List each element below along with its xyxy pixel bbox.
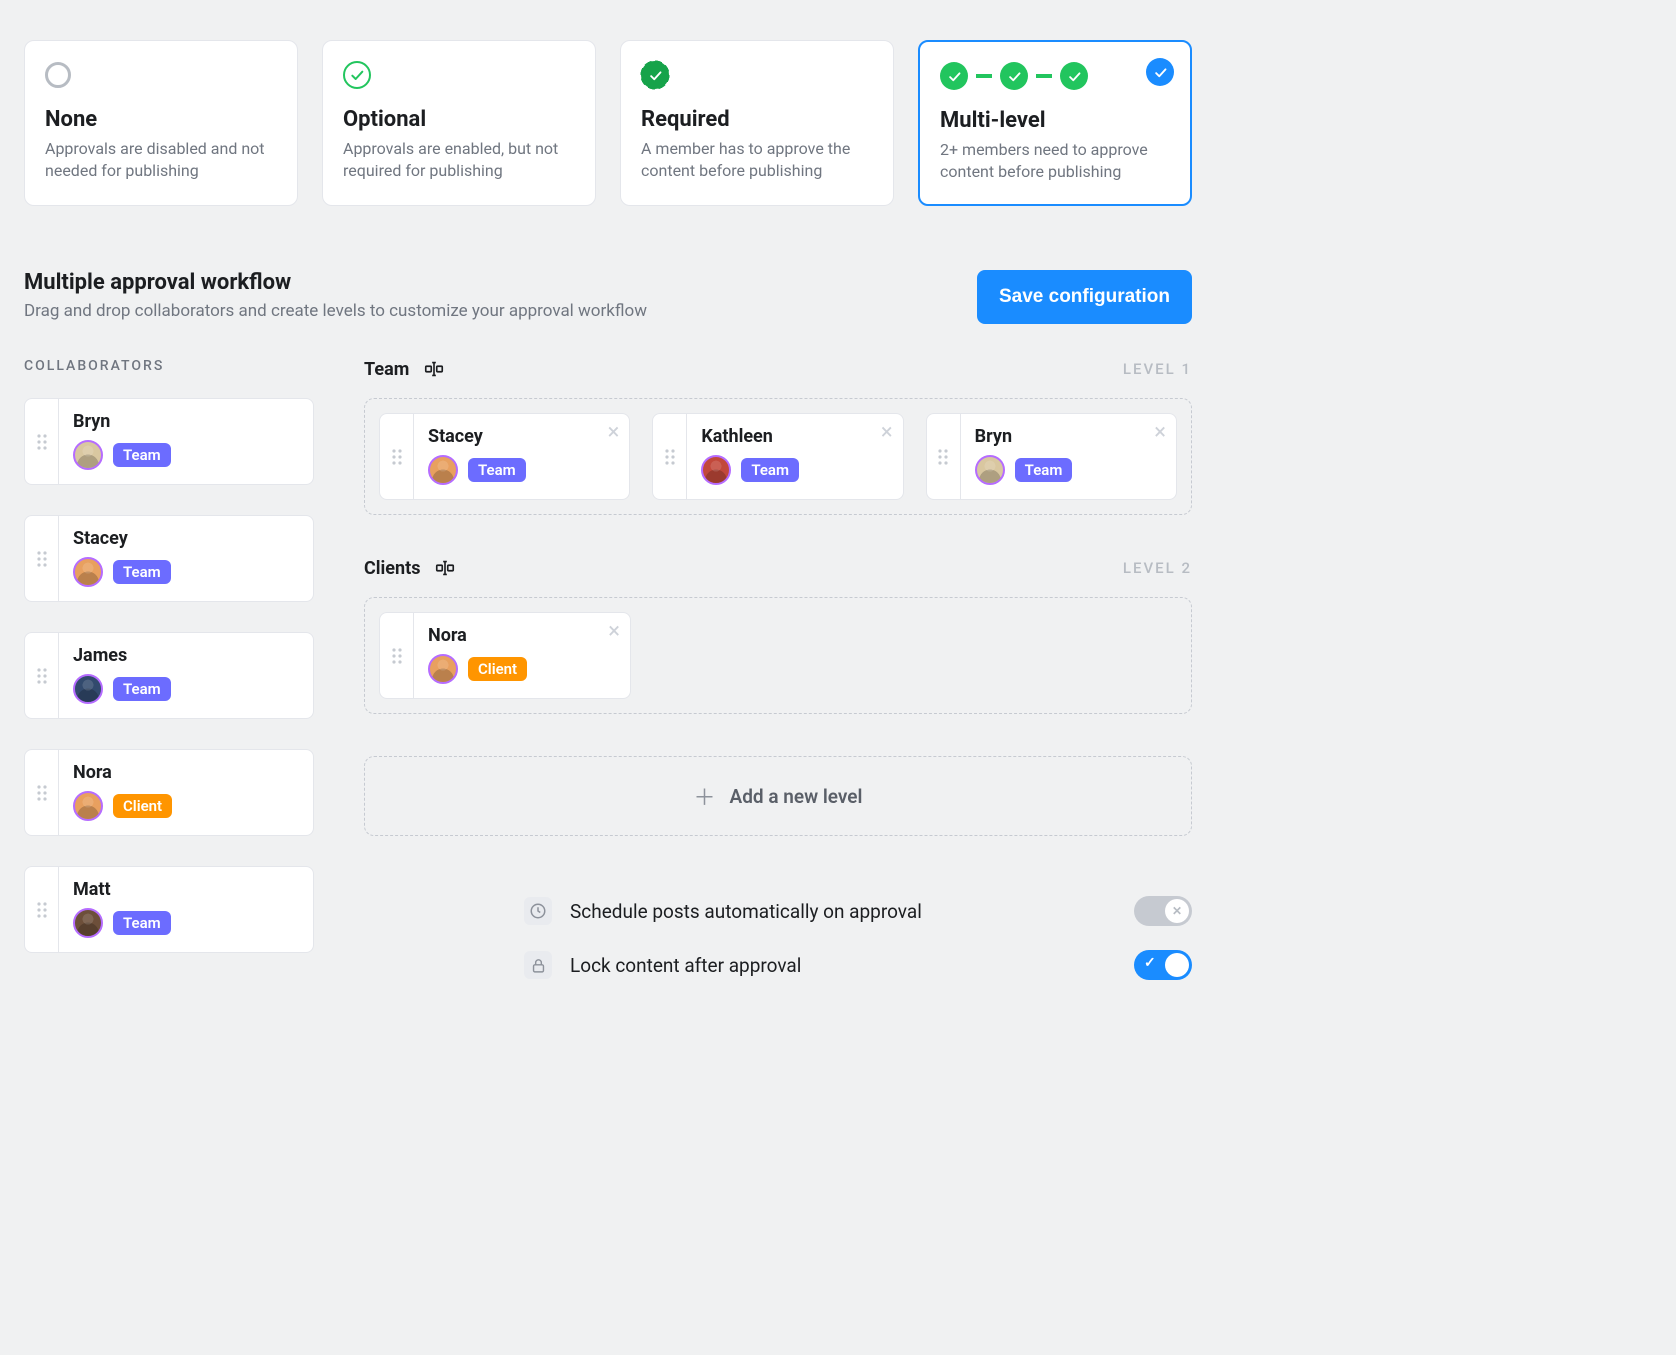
option-required[interactable]: Required A member has to approve the con… [620,40,894,206]
person-name: Nora [428,625,616,646]
role-tag: Client [113,794,172,818]
drag-handle-icon[interactable] [25,399,59,484]
option-desc: Approvals are disabled and not needed fo… [45,138,277,181]
setting-row: Schedule posts automatically on approval [524,896,1192,926]
avatar [73,557,103,587]
avatar [975,455,1005,485]
setting-label: Schedule posts automatically on approval [570,900,1116,923]
plus-icon: ＋ [694,780,716,812]
role-tag: Team [113,443,171,467]
levels-column: Team LEVEL 1 Stacey Team × Kathleen Team [364,358,1192,980]
person-card[interactable]: James Team [24,632,314,719]
save-configuration-button[interactable]: Save configuration [977,270,1192,324]
add-level-button[interactable]: ＋ Add a new level [364,756,1192,836]
person-name: Bryn [975,426,1162,447]
person-card[interactable]: Bryn Team × [926,413,1177,500]
selected-check-icon [1146,58,1174,86]
person-name: Kathleen [701,426,888,447]
check-circle-icon [940,62,968,90]
option-title: None [45,107,277,132]
avatar [428,654,458,684]
level-number: LEVEL 1 [1123,360,1192,378]
drag-handle-icon[interactable] [25,633,59,718]
person-name: Bryn [73,411,299,432]
person-name: Nora [73,762,299,783]
person-card[interactable]: Bryn Team [24,398,314,485]
drag-handle-icon[interactable] [380,414,414,499]
setting-row: Lock content after approval [524,950,1192,980]
remove-person-icon[interactable]: × [1154,422,1166,444]
option-title: Multi-level [940,108,1170,133]
rename-icon[interactable] [434,557,456,579]
option-title: Required [641,107,873,132]
drag-handle-icon[interactable] [380,613,414,698]
workflow-subtitle: Drag and drop collaborators and create l… [24,301,647,321]
level-name: Clients [364,558,420,579]
add-level-label: Add a new level [730,785,863,808]
person-card[interactable]: Nora Client × [379,612,631,699]
avatar [73,440,103,470]
drag-handle-icon[interactable] [25,867,59,952]
check-circle-icon [1060,62,1088,90]
connector-icon [1036,74,1052,78]
setting-label: Lock content after approval [570,954,1116,977]
person-card[interactable]: Kathleen Team × [652,413,903,500]
drag-handle-icon[interactable] [25,516,59,601]
role-tag: Client [468,657,527,681]
option-desc: A member has to approve the content befo… [641,138,873,181]
option-desc: Approvals are enabled, but not required … [343,138,575,181]
approval-level: Clients LEVEL 2 Nora Client × [364,557,1192,714]
person-name: Stacey [428,426,615,447]
level-dropzone[interactable]: Stacey Team × Kathleen Team × Bryn Team … [364,398,1192,515]
setting-toggle[interactable] [1134,896,1192,926]
person-name: James [73,645,299,666]
remove-person-icon[interactable]: × [608,621,620,643]
role-tag: Team [113,560,171,584]
option-optional[interactable]: Optional Approvals are enabled, but not … [322,40,596,206]
drag-handle-icon[interactable] [25,750,59,835]
person-card[interactable]: Nora Client [24,749,314,836]
option-none[interactable]: None Approvals are disabled and not need… [24,40,298,206]
drag-handle-icon[interactable] [927,414,961,499]
check-circle-outline-icon [343,61,371,89]
avatar [73,908,103,938]
role-tag: Team [468,458,526,482]
lock-icon [524,951,552,979]
drag-handle-icon[interactable] [653,414,687,499]
avatar [428,455,458,485]
option-desc: 2+ members need to approve content befor… [940,139,1170,182]
collaborators-column: COLLABORATORS Bryn Team Stacey Team Jame… [24,358,314,953]
role-tag: Team [113,911,171,935]
rename-icon[interactable] [423,358,445,380]
remove-person-icon[interactable]: × [881,422,893,444]
avatar [73,791,103,821]
person-card[interactable]: Stacey Team × [379,413,630,500]
option-title: Optional [343,107,575,132]
connector-icon [976,74,992,78]
person-card[interactable]: Matt Team [24,866,314,953]
avatar [73,674,103,704]
person-card[interactable]: Stacey Team [24,515,314,602]
clock-icon [524,897,552,925]
level-name: Team [364,359,409,380]
workflow-settings: Schedule posts automatically on approval… [364,896,1192,980]
level-dropzone[interactable]: Nora Client × [364,597,1192,714]
person-name: Matt [73,879,299,900]
collaborators-heading: COLLABORATORS [24,358,314,374]
check-seal-icon [641,61,669,89]
person-name: Stacey [73,528,299,549]
approval-mode-options: None Approvals are disabled and not need… [24,40,1192,206]
option-multi-level[interactable]: Multi-level 2+ members need to approve c… [918,40,1192,206]
level-number: LEVEL 2 [1123,559,1192,577]
setting-toggle[interactable] [1134,950,1192,980]
remove-person-icon[interactable]: × [608,422,620,444]
role-tag: Team [1015,458,1073,482]
avatar [701,455,731,485]
circle-icon [45,62,71,88]
role-tag: Team [741,458,799,482]
approval-level: Team LEVEL 1 Stacey Team × Kathleen Team [364,358,1192,515]
role-tag: Team [113,677,171,701]
check-circle-icon [1000,62,1028,90]
workflow-title: Multiple approval workflow [24,270,647,295]
